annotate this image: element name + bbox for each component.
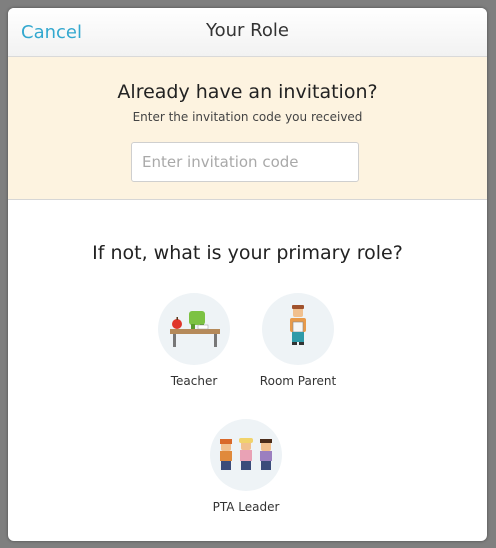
role-question: If not, what is your primary role? bbox=[92, 242, 403, 264]
role-label-pta-leader: PTA Leader bbox=[212, 500, 280, 514]
dialog-header: Cancel Your Role bbox=[8, 8, 487, 57]
role-label-room-parent: Room Parent bbox=[259, 374, 337, 388]
role-option-teacher[interactable]: Teacher bbox=[139, 293, 249, 388]
role-option-pta-leader[interactable]: PTA Leader bbox=[191, 419, 301, 514]
role-option-room-parent[interactable]: Room Parent bbox=[243, 293, 353, 388]
dialog-title: Your Role bbox=[206, 20, 289, 41]
invitation-code-input[interactable] bbox=[131, 142, 359, 182]
invitation-heading: Already have an invitation? bbox=[117, 81, 378, 103]
room-parent-circle bbox=[262, 293, 334, 365]
invitation-section: Already have an invitation? Enter the in… bbox=[8, 57, 487, 200]
teacher-desk-icon bbox=[170, 311, 220, 347]
pta-leader-circle bbox=[210, 419, 282, 491]
role-dialog: Cancel Your Role Already have an invitat… bbox=[8, 8, 487, 541]
invitation-subtext: Enter the invitation code you received bbox=[132, 110, 363, 124]
pta-leader-icon bbox=[220, 438, 272, 470]
room-parent-icon bbox=[290, 305, 306, 345]
role-label-teacher: Teacher bbox=[170, 374, 218, 388]
teacher-circle bbox=[158, 293, 230, 365]
